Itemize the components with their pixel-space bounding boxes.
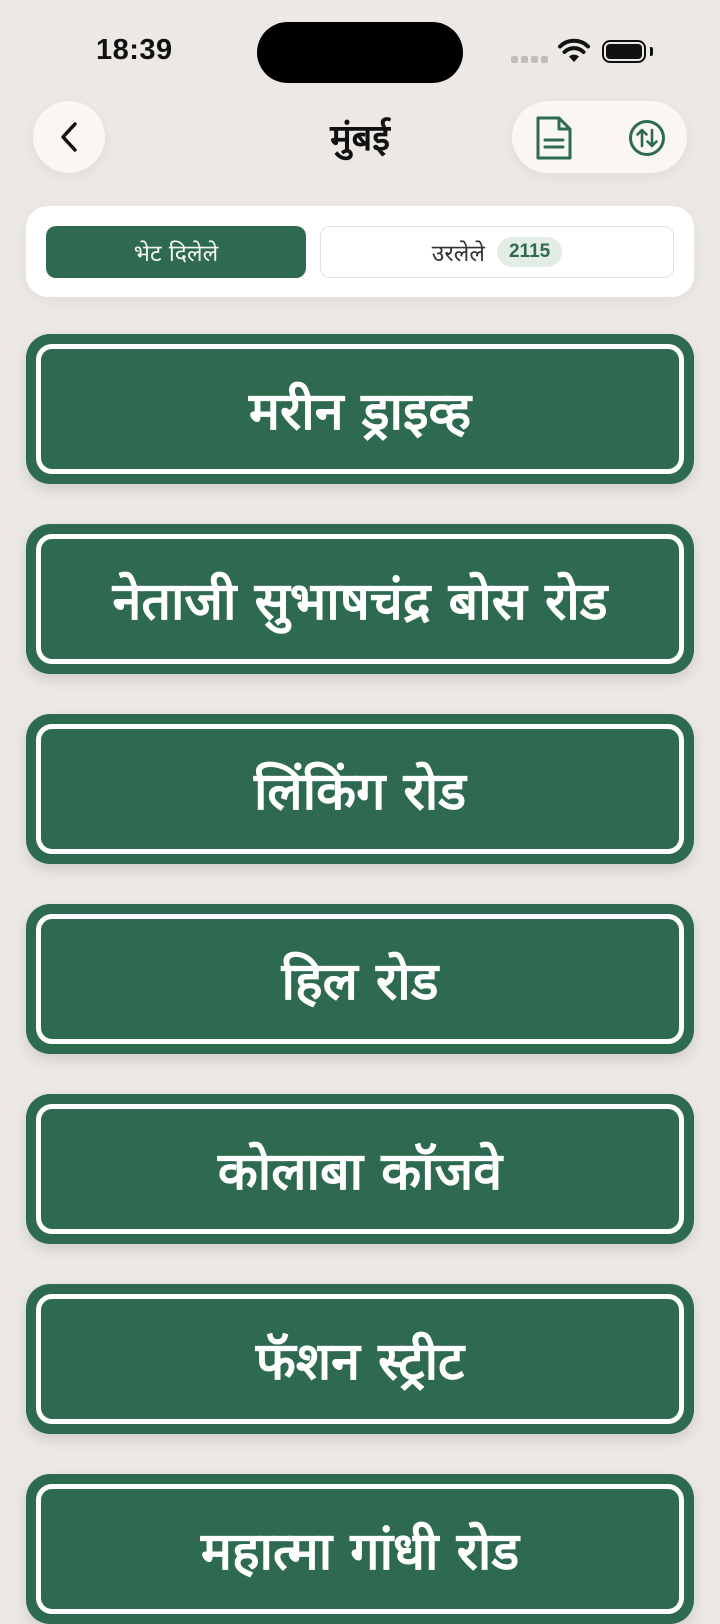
place-card[interactable]: हिल रोड bbox=[26, 904, 694, 1054]
place-card-frame: फॅशन स्ट्रीट bbox=[36, 1294, 684, 1424]
place-card-frame: कोलाबा कॉजवे bbox=[36, 1104, 684, 1234]
place-card[interactable]: लिंकिंग रोड bbox=[26, 714, 694, 864]
place-name: महात्मा गांधी रोड bbox=[200, 1521, 520, 1582]
tab-visited[interactable]: भेट दिलेले bbox=[46, 226, 306, 278]
place-card[interactable]: फॅशन स्ट्रीट bbox=[26, 1284, 694, 1434]
battery-icon bbox=[602, 40, 646, 63]
dynamic-island bbox=[257, 22, 463, 83]
place-card-frame: लिंकिंग रोड bbox=[36, 724, 684, 854]
cellular-signal-icon bbox=[511, 56, 551, 64]
sort-arrows-icon[interactable] bbox=[628, 119, 666, 157]
tab-remaining-label: उरलेले bbox=[431, 241, 485, 267]
place-card[interactable]: मरीन ड्राइव्ह bbox=[26, 334, 694, 484]
place-card-frame: हिल रोड bbox=[36, 914, 684, 1044]
place-card[interactable]: कोलाबा कॉजवे bbox=[26, 1094, 694, 1244]
tab-visited-label: भेट दिलेले bbox=[133, 241, 219, 267]
place-card-frame: नेताजी सुभाषचंद्र बोस रोड bbox=[36, 534, 684, 664]
place-name: कोलाबा कॉजवे bbox=[217, 1141, 503, 1202]
place-card-frame: महात्मा गांधी रोड bbox=[36, 1484, 684, 1614]
document-icon[interactable] bbox=[533, 114, 575, 162]
status-bar: 18:39 bbox=[0, 0, 720, 100]
tab-remaining[interactable]: उरलेले 2115 bbox=[320, 226, 674, 278]
place-name: नेताजी सुभाषचंद्र बोस रोड bbox=[112, 571, 608, 632]
place-name: हिल रोड bbox=[281, 951, 439, 1012]
status-time: 18:39 bbox=[96, 34, 173, 66]
place-name: लिंकिंग रोड bbox=[253, 761, 467, 822]
place-name: फॅशन स्ट्रीट bbox=[255, 1331, 465, 1392]
place-card-frame: मरीन ड्राइव्ह bbox=[36, 344, 684, 474]
battery-tip bbox=[650, 47, 653, 56]
remaining-count-badge: 2115 bbox=[496, 237, 563, 267]
place-card[interactable]: नेताजी सुभाषचंद्र बोस रोड bbox=[26, 524, 694, 674]
wifi-icon bbox=[558, 38, 590, 62]
place-name: मरीन ड्राइव्ह bbox=[248, 381, 472, 442]
place-card[interactable]: महात्मा गांधी रोड bbox=[26, 1474, 694, 1624]
